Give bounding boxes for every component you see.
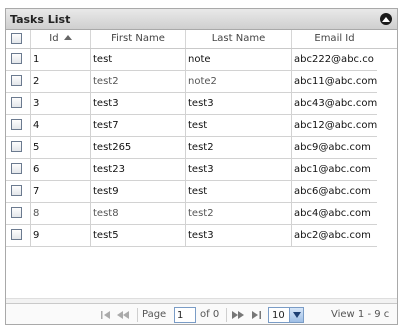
pager-separator — [137, 308, 138, 322]
cell-first-name: test7 — [91, 115, 186, 136]
cell-first-name: test5 — [91, 225, 186, 246]
next-page-icon[interactable] — [232, 310, 244, 324]
cell-id: 1 — [31, 49, 91, 70]
cell-id: 3 — [31, 93, 91, 114]
cell-last-name: test2 — [186, 203, 292, 224]
table-row[interactable]: 8 test8 test2 abc4@abc.com — [6, 203, 377, 225]
row-checkbox[interactable] — [11, 207, 22, 218]
grid-title: Tasks List — [10, 13, 71, 26]
header-id-label: Id — [49, 33, 59, 44]
rows-per-page-value: 10 — [272, 310, 285, 321]
cell-last-name: test3 — [186, 225, 292, 246]
cell-last-name: test3 — [186, 93, 292, 114]
cell-first-name: test23 — [91, 159, 186, 180]
cell-last-name: test — [186, 115, 292, 136]
cell-first-name: test265 — [91, 137, 186, 158]
table-row[interactable]: 7 test9 test abc6@abc.com — [6, 181, 377, 203]
view-records-text: View 1 - 9 c — [331, 309, 390, 320]
pager: Page of 0 10 View 1 - 9 c — [6, 303, 397, 324]
header-last-name[interactable]: Last Name — [186, 30, 292, 48]
cell-id: 7 — [31, 181, 91, 202]
row-select-cell — [6, 71, 31, 92]
cell-email: abc43@abc.com — [294, 98, 377, 109]
prev-page-icon[interactable] — [117, 310, 129, 324]
row-select-cell — [6, 159, 31, 180]
cell-last-name: test — [186, 181, 292, 202]
cell-email: abc222@abc.co — [294, 54, 374, 65]
table-row[interactable]: 1 test note abc222@abc.co — [6, 49, 377, 71]
row-select-cell — [6, 137, 31, 158]
cell-id: 4 — [31, 115, 91, 136]
cell-email: abc11@abc.com — [294, 76, 377, 87]
row-checkbox[interactable] — [11, 97, 22, 108]
header-email-label: Email Id — [314, 33, 355, 44]
page-label: Page — [142, 309, 167, 320]
grid-caption: Tasks List — [6, 9, 397, 30]
cell-id: 8 — [31, 203, 91, 224]
row-select-cell — [6, 225, 31, 246]
cell-first-name: test9 — [91, 181, 186, 202]
table-row[interactable]: 4 test7 test abc12@abc.com — [6, 115, 377, 137]
row-select-cell — [6, 49, 31, 70]
pager-separator — [226, 308, 227, 322]
cell-email: abc4@abc.com — [294, 208, 371, 219]
row-checkbox[interactable] — [11, 185, 22, 196]
cell-id: 2 — [31, 71, 91, 92]
table-row[interactable]: 9 test5 test3 abc2@abc.com — [6, 225, 377, 247]
header-first-name-label: First Name — [111, 33, 165, 44]
row-select-cell — [6, 203, 31, 224]
row-select-cell — [6, 93, 31, 114]
row-checkbox[interactable] — [11, 229, 22, 240]
table-row[interactable]: 3 test3 test3 abc43@abc.com — [6, 93, 377, 115]
cell-first-name: test8 — [91, 203, 186, 224]
sort-ascending-icon — [63, 35, 72, 40]
row-select-cell — [6, 181, 31, 202]
cell-last-name: note — [186, 49, 292, 70]
header-email[interactable]: Email Id — [292, 30, 377, 48]
cell-email: abc9@abc.com — [294, 142, 371, 153]
row-checkbox[interactable] — [11, 163, 22, 174]
row-checkbox[interactable] — [11, 141, 22, 152]
row-select-cell — [6, 115, 31, 136]
collapse-up-icon[interactable] — [380, 13, 392, 25]
cell-last-name: note2 — [186, 71, 292, 92]
header-select-all — [6, 30, 31, 48]
row-checkbox[interactable] — [11, 119, 22, 130]
page-number-input[interactable] — [174, 307, 196, 323]
header-first-name[interactable]: First Name — [91, 30, 186, 48]
cell-id: 6 — [31, 159, 91, 180]
dropdown-arrow-icon[interactable] — [289, 308, 303, 322]
page-total-label: of 0 — [200, 309, 220, 320]
table-row[interactable]: 6 test23 test3 abc1@abc.com — [6, 159, 377, 181]
cell-id: 9 — [31, 225, 91, 246]
cell-email: abc6@abc.com — [294, 186, 371, 197]
header-last-name-label: Last Name — [211, 33, 266, 44]
column-header-row: Id First Name Last Name Email Id — [6, 30, 397, 49]
cell-last-name: test3 — [186, 159, 292, 180]
last-page-icon[interactable] — [252, 310, 262, 324]
tasks-grid: Tasks List Id First Name Last Name Email… — [5, 8, 398, 325]
rows-per-page-select[interactable]: 10 — [268, 307, 304, 323]
select-all-checkbox[interactable] — [11, 33, 22, 44]
cell-first-name: test2 — [91, 71, 186, 92]
first-page-icon[interactable] — [101, 310, 111, 324]
header-id[interactable]: Id — [31, 30, 91, 48]
cell-email: abc12@abc.com — [294, 120, 377, 131]
cell-first-name: test — [91, 49, 186, 70]
cell-email: abc1@abc.com — [294, 164, 371, 175]
row-checkbox[interactable] — [11, 75, 22, 86]
cell-id: 5 — [31, 137, 91, 158]
table-row[interactable]: 2 test2 note2 abc11@abc.com — [6, 71, 377, 93]
row-checkbox[interactable] — [11, 53, 22, 64]
cell-email: abc2@abc.com — [294, 230, 371, 241]
table-body: 1 test note abc222@abc.co 2 test2 note2 … — [6, 49, 377, 247]
cell-last-name: test2 — [186, 137, 292, 158]
cell-first-name: test3 — [91, 93, 186, 114]
table-row[interactable]: 5 test265 test2 abc9@abc.com — [6, 137, 377, 159]
